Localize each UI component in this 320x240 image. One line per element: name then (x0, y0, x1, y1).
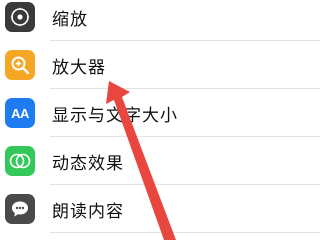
settings-row-label: 缩放 (52, 9, 88, 30)
settings-row-label: 放大器 (52, 57, 106, 78)
settings-row-label: 朗读内容 (52, 201, 124, 222)
settings-row-motion[interactable]: 动态效果 (0, 137, 320, 185)
zoom-target-icon (5, 2, 35, 32)
settings-row-zoom[interactable]: 缩放 (0, 0, 320, 41)
settings-row-display-text-size[interactable]: AA 显示与文字大小 (0, 89, 320, 137)
row-divider (50, 232, 320, 233)
motion-circles-icon (5, 146, 35, 176)
text-size-aa-glyph: AA (11, 105, 29, 121)
text-size-aa-icon: AA (5, 98, 35, 128)
settings-row-label: 显示与文字大小 (52, 105, 178, 126)
settings-row-spoken-content[interactable]: 朗读内容 (0, 185, 320, 233)
speech-bubble-icon (5, 194, 35, 224)
accessibility-settings-list: 缩放 放大器 AA 显示与文字大小 动态效果 朗读内容 (0, 0, 320, 240)
magnifier-icon (5, 50, 35, 80)
settings-row-label: 动态效果 (52, 153, 124, 174)
settings-row-magnifier[interactable]: 放大器 (0, 41, 320, 89)
